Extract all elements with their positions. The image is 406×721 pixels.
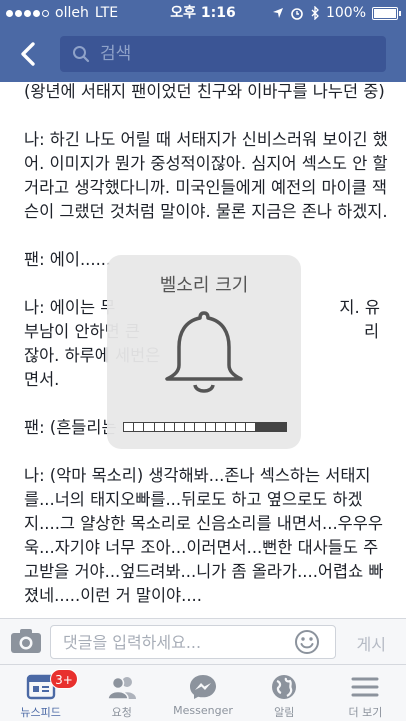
- search-icon: [73, 46, 90, 63]
- volume-segment: [124, 423, 134, 431]
- globe-notifications-icon: [272, 675, 297, 699]
- volume-segment: [215, 423, 225, 431]
- volume-segment: [144, 423, 154, 431]
- search-bar[interactable]: [60, 36, 386, 72]
- search-input[interactable]: [98, 43, 372, 65]
- post-comment-button[interactable]: 게시: [357, 631, 386, 655]
- volume-segment: [154, 423, 164, 431]
- post-paragraph: 나: 하긴 나도 어릴 때 서태지가 신비스러워 보이긴 했어. 이미지가 뭔가…: [24, 130, 388, 221]
- tab-notifications[interactable]: 알림: [244, 665, 325, 721]
- status-bar: olleh LTE 오후 1:16 100%: [0, 0, 406, 26]
- volume-segment: [134, 423, 144, 431]
- alarm-clock-icon: [291, 8, 303, 20]
- location-arrow-icon: [272, 8, 283, 18]
- notification-badge: 3+: [50, 669, 78, 689]
- emoji-sticker-icon[interactable]: [294, 629, 320, 655]
- messenger-icon: [190, 675, 216, 699]
- volume-segment: [225, 423, 236, 431]
- tab-requests[interactable]: 요청: [81, 665, 162, 721]
- tab-label: 요청: [111, 706, 132, 719]
- volume-segment: [164, 423, 174, 431]
- back-button[interactable]: [14, 40, 42, 68]
- volume-segment: [236, 423, 246, 431]
- tab-messenger[interactable]: Messenger: [162, 665, 243, 721]
- battery-icon: [372, 6, 401, 20]
- navigation-header: olleh LTE 오후 1:16 100%: [0, 0, 406, 82]
- chevron-left-icon: [21, 42, 35, 66]
- tab-more[interactable]: 더 보기: [325, 665, 406, 721]
- ringer-volume-overlay: 벨소리 크기: [107, 255, 301, 449]
- volume-segment: [276, 423, 286, 431]
- tab-label: Messenger: [173, 704, 233, 717]
- volume-level-bar: [123, 422, 287, 432]
- volume-segment: [185, 423, 195, 431]
- post-paragraph: (왕년에 서태지 팬이었던 친구와 이바구를 나누던 중): [24, 82, 385, 101]
- volume-segment: [195, 423, 205, 431]
- volume-segment: [266, 423, 276, 431]
- post-paragraph: 나: (악마 목소리) 생각해봐...존나 섹스하는 서태지를...너의 태지오…: [24, 466, 384, 605]
- tab-label: 알림: [274, 706, 295, 719]
- bell-icon: [165, 311, 243, 393]
- volume-segment: [205, 423, 215, 431]
- camera-icon[interactable]: [10, 628, 42, 654]
- tab-label: 뉴스피드: [20, 706, 61, 719]
- volume-segment: [256, 423, 266, 431]
- friend-requests-icon: [107, 676, 136, 700]
- bluetooth-icon: [311, 6, 319, 20]
- volume-title: 벨소리 크기: [159, 275, 249, 296]
- bottom-tab-bar: 3+ 뉴스피드 요청 Messenger 알림 더 보기: [0, 664, 406, 721]
- tab-news-feed[interactable]: 3+ 뉴스피드: [0, 665, 81, 721]
- tab-label: 더 보기: [348, 706, 383, 719]
- menu-icon: [351, 677, 379, 697]
- volume-segment: [246, 423, 256, 431]
- volume-segment: [174, 423, 185, 431]
- comment-composer: 게시: [0, 618, 406, 665]
- battery-percent: 100%: [325, 5, 366, 21]
